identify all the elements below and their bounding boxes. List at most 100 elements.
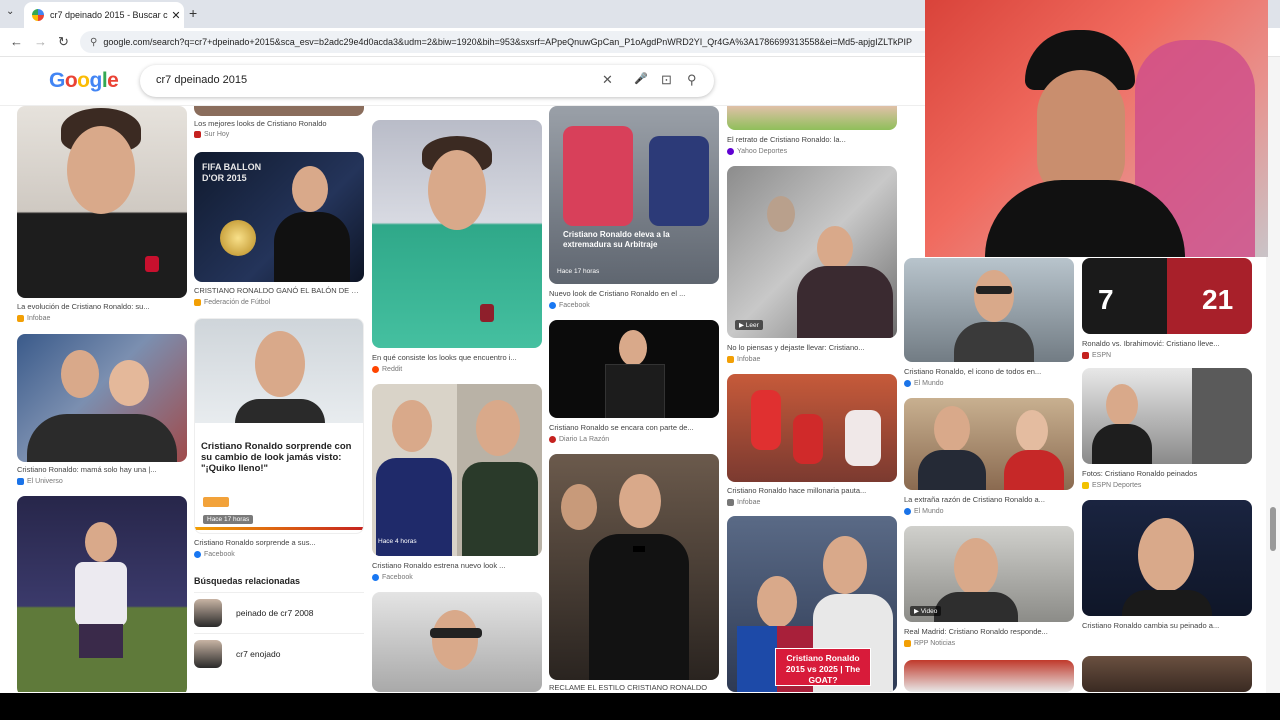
google-lens-icon[interactable]: ⊡ xyxy=(661,72,672,88)
reload-button[interactable]: ↻ xyxy=(58,34,69,50)
browser-tab[interactable]: cr7 dpeinado 2015 - Buscar con Google ✕ xyxy=(24,2,184,28)
tab-search-menu-icon[interactable]: ⌄ xyxy=(6,6,14,17)
result-caption: Cristiano Ronaldo estrena nuevo look ... xyxy=(372,561,506,570)
image-result[interactable]: Cristiano Ronaldo 2015 vs 2025 | The GOA… xyxy=(727,516,897,692)
search-input[interactable] xyxy=(154,73,578,87)
related-search-item[interactable]: peinado de cr7 2008 xyxy=(194,592,364,633)
result-source: Federación de Fútbol xyxy=(194,299,270,306)
result-thumbnail[interactable] xyxy=(904,398,1074,490)
result-caption: Real Madrid: Cristiano Ronaldo responde.… xyxy=(904,627,1048,636)
result-source: Yahoo Deportes xyxy=(727,148,787,155)
image-result[interactable] xyxy=(17,496,187,692)
related-search-item[interactable]: cr7 enojado xyxy=(194,633,364,674)
logo-letter: g xyxy=(89,69,103,92)
image-result[interactable]: La evolución de Cristiano Ronaldo: su...… xyxy=(17,106,187,326)
image-result[interactable]: ▶ Video Real Madrid: Cristiano Ronaldo r… xyxy=(904,526,1074,652)
related-searches-heading: Búsquedas relacionadas xyxy=(194,576,301,586)
result-source: RPP Noticias xyxy=(904,640,955,647)
article-date: Hace 17 horas xyxy=(203,515,254,524)
url-field[interactable]: ⚲ google.com/search?q=cr7+dpeinado+2015&… xyxy=(80,31,940,53)
result-thumbnail[interactable] xyxy=(17,334,187,462)
result-thumbnail[interactable]: 7 21 xyxy=(1082,258,1252,334)
image-result[interactable] xyxy=(1082,656,1252,692)
logo-letter: G xyxy=(49,69,65,92)
result-thumbnail[interactable]: Cristiano Ronaldo sorprende con su cambi… xyxy=(194,318,364,534)
result-source: Facebook xyxy=(549,302,590,309)
image-result[interactable]: Cristiano Ronaldo hace millonaria pauta.… xyxy=(727,374,897,510)
result-source: Infobae xyxy=(17,315,50,322)
result-thumbnail[interactable] xyxy=(1082,656,1252,692)
result-source: ESPN Deportes xyxy=(1082,482,1141,489)
image-result[interactable]: Cristiano Ronaldo cambia su peinado a... xyxy=(1082,500,1252,644)
article-headline: Cristiano Ronaldo sorprende con su cambi… xyxy=(201,441,352,474)
image-result[interactable]: Hace 4 horas Cristiano Ronaldo estrena n… xyxy=(372,384,542,584)
result-thumbnail[interactable] xyxy=(372,592,542,692)
result-caption: Cristiano Ronaldo, el icono de todos en.… xyxy=(904,367,1042,376)
image-result[interactable]: Cristiano Ronaldo sorprende con su cambi… xyxy=(194,318,364,570)
image-result[interactable]: Cristiano Ronaldo: mamá solo hay una |..… xyxy=(17,334,187,494)
image-result[interactable]: 7 21 Ronaldo vs. Ibrahimović: Cristiano … xyxy=(1082,258,1252,364)
result-source: Infobae xyxy=(727,356,760,363)
google-logo[interactable]: Google xyxy=(49,69,119,93)
result-thumbnail[interactable] xyxy=(904,660,1074,692)
result-thumbnail[interactable]: ▶ Leer xyxy=(727,166,897,338)
result-thumbnail[interactable] xyxy=(1082,500,1252,616)
result-thumbnail[interactable]: FIFA BALLON D'OR 2015 xyxy=(194,152,364,282)
result-thumbnail[interactable] xyxy=(194,106,364,116)
new-tab-button[interactable]: + xyxy=(189,5,197,21)
result-thumbnail[interactable] xyxy=(372,120,542,348)
related-search-label: peinado de cr7 2008 xyxy=(236,608,314,618)
search-submit-icon[interactable]: ⚲ xyxy=(687,72,697,88)
image-result[interactable]: Cristiano Ronaldo eleva a la extremadura… xyxy=(549,106,719,312)
result-thumbnail[interactable] xyxy=(1082,368,1252,464)
result-source: Diario La Razón xyxy=(549,436,609,443)
related-thumbnail xyxy=(194,640,222,668)
video-title-overlay: Cristiano Ronaldo 2015 vs 2025 | The GOA… xyxy=(775,648,871,686)
result-thumbnail[interactable]: Hace 4 horas xyxy=(372,384,542,556)
result-caption: Nuevo look de Cristiano Ronaldo en el ..… xyxy=(549,289,686,298)
image-result[interactable]: RECLAME EL ESTILO CRISTIANO RONALDO xyxy=(549,454,719,692)
result-thumbnail[interactable] xyxy=(727,106,897,130)
related-searches: Búsquedas relacionadas peinado de cr7 20… xyxy=(194,576,364,674)
result-source: Reddit xyxy=(372,366,402,373)
microphone-icon[interactable]: 🎤 xyxy=(634,72,648,85)
related-thumbnail xyxy=(194,599,222,627)
image-result[interactable]: Cristiano Ronaldo, el icono de todos en.… xyxy=(904,258,1074,390)
logo-letter: o xyxy=(64,69,78,92)
image-result[interactable]: El retrato de Cristiano Ronaldo: la... Y… xyxy=(727,106,897,158)
result-caption: El retrato de Cristiano Ronaldo: la... xyxy=(727,135,846,144)
result-thumbnail[interactable] xyxy=(549,454,719,680)
image-result[interactable] xyxy=(372,592,542,692)
page-scrollbar[interactable] xyxy=(1266,57,1280,693)
image-result[interactable]: Los mejores looks de Cristiano Ronaldo S… xyxy=(194,106,364,142)
image-result[interactable]: La extraña razón de Cristiano Ronaldo a.… xyxy=(904,398,1074,520)
result-thumbnail[interactable] xyxy=(17,496,187,692)
image-result[interactable] xyxy=(904,660,1074,692)
result-date: Hace 17 horas xyxy=(557,268,600,275)
google-favicon-icon xyxy=(32,9,44,21)
result-caption: Cristiano Ronaldo cambia su peinado a... xyxy=(1082,621,1220,630)
result-thumbnail[interactable]: Cristiano Ronaldo 2015 vs 2025 | The GOA… xyxy=(727,516,897,692)
result-thumbnail[interactable] xyxy=(17,106,187,298)
clear-search-icon[interactable]: ✕ xyxy=(602,72,613,88)
scrollbar-thumb[interactable] xyxy=(1270,507,1276,551)
close-tab-icon[interactable]: ✕ xyxy=(168,9,184,22)
image-result[interactable]: Fotos: Cristiano Ronaldo peinados ESPN D… xyxy=(1082,368,1252,492)
result-source: ESPN xyxy=(1082,352,1111,359)
forward-button[interactable]: → xyxy=(34,34,47,49)
site-info-icon[interactable]: ⚲ xyxy=(90,37,97,48)
result-caption: La extraña razón de Cristiano Ronaldo a.… xyxy=(904,495,1045,504)
image-result[interactable]: Cristiano Ronaldo se encara con parte de… xyxy=(549,320,719,448)
result-thumbnail[interactable] xyxy=(904,258,1074,362)
back-button[interactable]: ← xyxy=(10,34,23,49)
result-thumbnail[interactable]: ▶ Video xyxy=(904,526,1074,622)
result-thumbnail[interactable] xyxy=(549,320,719,418)
result-caption: Ronaldo vs. Ibrahimović: Cristiano lleve… xyxy=(1082,339,1220,348)
result-thumbnail[interactable]: Cristiano Ronaldo eleva a la extremadura… xyxy=(549,106,719,284)
image-result[interactable]: FIFA BALLON D'OR 2015 CRISTIANO RONALDO … xyxy=(194,152,364,312)
result-thumbnail[interactable] xyxy=(727,374,897,482)
logo-letter: o xyxy=(77,69,90,92)
image-result[interactable]: En qué consiste los looks que encuentro … xyxy=(372,120,542,376)
image-result[interactable]: ▶ Leer No lo piensas y dejaste llevar: C… xyxy=(727,166,897,368)
result-source: Facebook xyxy=(372,574,413,581)
